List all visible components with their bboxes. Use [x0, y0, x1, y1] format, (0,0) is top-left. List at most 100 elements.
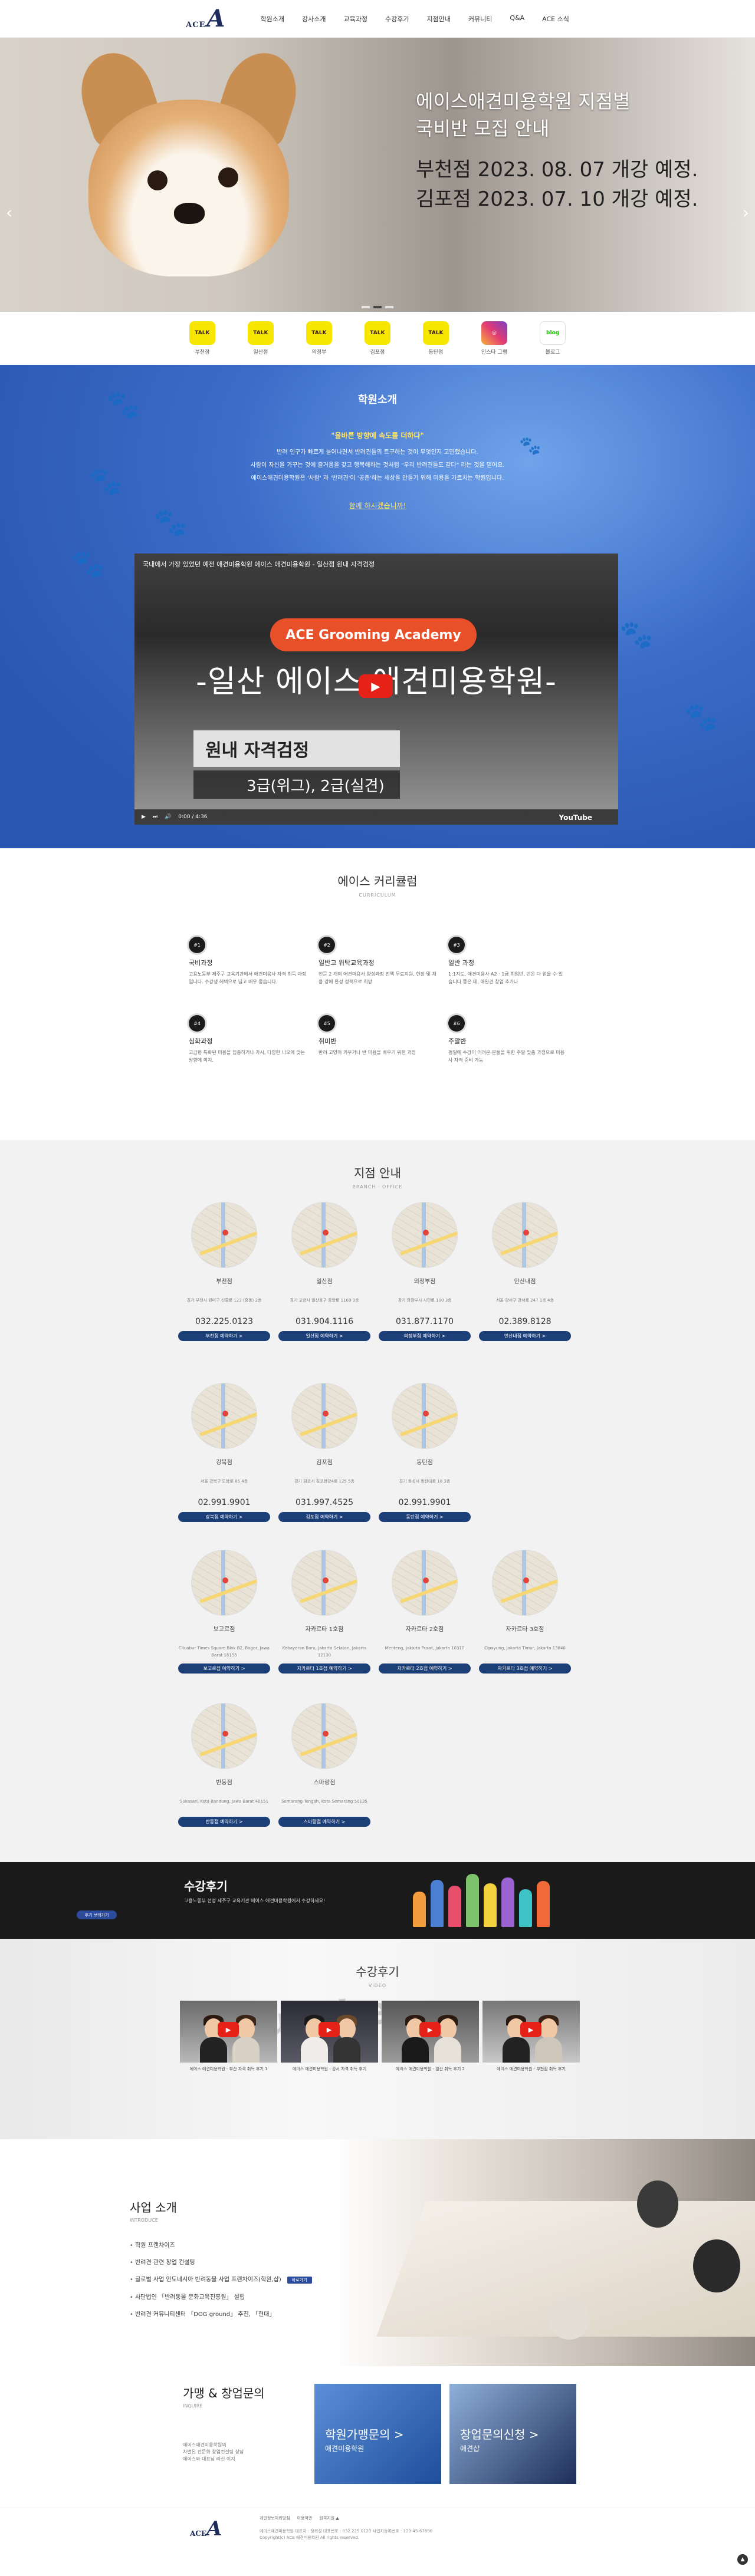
video-time: 0:00 / 4:36	[178, 814, 208, 820]
nav-item-about[interactable]: 학원소개	[261, 14, 284, 24]
branch-reserve-button[interactable]: 반둥점 예약하기 >	[178, 1817, 270, 1827]
branch-reserve-button[interactable]: 자카르타 3호점 예약하기 >	[479, 1663, 571, 1674]
branch-reserve-button[interactable]: 스마랑점 예약하기 >	[278, 1817, 370, 1827]
nav-item-community[interactable]: 커뮤니티	[468, 14, 492, 24]
branch-map[interactable]	[492, 1202, 558, 1268]
franchise-card[interactable]: 학원가맹문의 > 애견미용학원	[314, 2384, 441, 2484]
video-thumb[interactable]: ▶ 에이스 애견미용학원 - 부천점 취득 후기	[482, 2001, 580, 2072]
branch-card: 의정부점 경기 의정부시 시민로 100 3층 031.877.1170 의정부…	[378, 1202, 472, 1341]
slide-dot[interactable]	[362, 306, 370, 308]
kakao-bucheon[interactable]: TALK 부천점	[189, 321, 215, 355]
branch-map[interactable]	[191, 1383, 257, 1449]
kakao-dongtan[interactable]: TALK 동탄점	[422, 321, 449, 355]
branch-reserve-button[interactable]: 보고르점 예약하기 >	[178, 1663, 270, 1674]
branch-map[interactable]	[392, 1383, 458, 1449]
shortcut-button[interactable]: 바로가기	[287, 2277, 312, 2284]
privacy-link[interactable]: 개인정보처리방침	[260, 2515, 290, 2521]
branch-map[interactable]	[291, 1703, 357, 1769]
branch-reserve-button[interactable]: 안산내점 예약하기 >	[479, 1331, 571, 1341]
remote-support-link[interactable]: 원격지원 ▲	[319, 2515, 339, 2521]
terms-link[interactable]: 이용약관	[297, 2515, 313, 2521]
scroll-top-button[interactable]: ▲	[737, 2554, 748, 2565]
branch-card: 자카르타 3호점 Cipayung, Jakarta Timur, Jakart…	[478, 1550, 572, 1674]
site-header: ACE A 학원소개 강사소개 교육과정 수강후기 지점안내 커뮤니티 Q&A …	[0, 0, 755, 38]
curriculum-item[interactable]: #6 주말반 평일에 수강이 어려운 분들을 위한 주말 맞춤 과정으로 미용사 자…	[448, 1015, 578, 1064]
map-pin-icon	[523, 1577, 529, 1583]
branch-card: 김포점 경기 김포시 김포한강4로 125 5층 031.997.4525 김포…	[277, 1383, 372, 1522]
video-caption: 에이스 애견미용학원 - 강서 자격 취득 후기	[292, 2067, 367, 2071]
branch-reserve-button[interactable]: 강북점 예약하기 >	[178, 1512, 270, 1522]
curriculum-item[interactable]: #3 일반 과정 1:1지도, 애견미용사 A2 · 1급 취업반, 반은 다 얻을…	[448, 937, 578, 986]
branch-reserve-button[interactable]: 동탄점 예약하기 >	[379, 1512, 471, 1522]
branch-card: 부천점 경기 부천시 원미구 신흥로 123 (중동) 2층 032.225.0…	[177, 1202, 271, 1341]
map-pin-icon	[222, 1577, 228, 1583]
branch-reserve-button[interactable]: 자카르타 1호점 예약하기 >	[278, 1663, 370, 1674]
video-thumb[interactable]: ▶ 에이스 애견미용학원 - 부산 자격 취득 후기 1	[180, 2001, 277, 2072]
kakao-uijeongbu[interactable]: TALK 의정부	[306, 321, 332, 355]
branch-address: Kebayoran Baru, Jakarta Selatan, Jakarta…	[282, 1646, 367, 1658]
branch-map[interactable]	[492, 1550, 558, 1616]
skip-icon[interactable]: ⏭	[153, 814, 157, 820]
branch-reserve-button[interactable]: 의정부점 예약하기 >	[379, 1331, 471, 1341]
branch-reserve-button[interactable]: 김포점 예약하기 >	[278, 1512, 370, 1522]
play-icon[interactable]: ▶	[419, 2022, 441, 2037]
video-controls: ▶ ⏭ 🔊 0:00 / 4:36	[134, 809, 618, 825]
nav-item-news[interactable]: ACE 소식	[542, 14, 569, 24]
instagram-link[interactable]: ◎ 인스타 그램	[481, 321, 507, 355]
blog-link[interactable]: blog 블로그	[540, 321, 566, 355]
branch-map[interactable]	[392, 1202, 458, 1268]
video-thumb[interactable]: ▶ 에이스 애견미용학원 - 일산 취득 후기 2	[382, 2001, 479, 2072]
main-nav: 학원소개 강사소개 교육과정 수강후기 지점안내 커뮤니티 Q&A ACE 소식	[261, 14, 569, 24]
nav-item-instructors[interactable]: 강사소개	[302, 14, 326, 24]
play-control-icon[interactable]: ▶	[142, 814, 146, 820]
slide-dot-active[interactable]	[373, 306, 382, 308]
branch-map[interactable]	[191, 1550, 257, 1616]
intro-line-1: 반려 인구가 빠르게 늘어나면서 반려견들의 트구하는 것이 무엇인지 고민했습…	[277, 449, 478, 456]
curriculum-item[interactable]: #2 일반고 위탁교육과정 전문 2 개의 애견미용사 양성과정 전액 무료지원, …	[319, 937, 448, 986]
play-icon[interactable]: ▶	[359, 674, 393, 698]
video-thumb[interactable]: ▶ 에이스 애견미용학원 - 강서 자격 취득 후기	[281, 2001, 378, 2072]
play-icon[interactable]: ▶	[520, 2022, 541, 2037]
review-more-button[interactable]: 후기 보러가기	[77, 1910, 117, 1919]
curriculum-item[interactable]: #5 취미반 반려 고양이 키우거나 반 미용을 배우기 위한 과정	[319, 1015, 448, 1064]
sns-label: 김포점	[370, 350, 385, 355]
branch-map[interactable]	[191, 1703, 257, 1769]
branch-map[interactable]	[191, 1202, 257, 1268]
talk-icon: TALK	[364, 321, 390, 345]
youtube-video[interactable]: 국내에서 가장 있었던 예전 애견미용학원 에이스 애견미용학원 - 일산점 원…	[134, 554, 618, 825]
prev-slide-icon[interactable]: ‹	[6, 203, 12, 222]
branch-address: 경기 김포시 김포한강4로 125 5층	[294, 1479, 354, 1484]
branch-map[interactable]	[392, 1550, 458, 1616]
branch-reserve-button[interactable]: 일산점 예약하기 >	[278, 1331, 370, 1341]
slide-dot[interactable]	[385, 306, 393, 308]
nav-item-branches[interactable]: 지점안내	[426, 14, 450, 24]
branch-map[interactable]	[291, 1383, 357, 1449]
branch-map[interactable]	[291, 1202, 357, 1268]
branch-reserve-button[interactable]: 자카르타 2호점 예약하기 >	[379, 1663, 471, 1674]
video-caption: 에이스 애견미용학원 - 일산 취득 후기 2	[396, 2067, 465, 2071]
footer-info: 에이스애견미용학원 대표자 : 정희성 대표번호 : 032.225.0123 …	[260, 2528, 432, 2541]
startup-card[interactable]: 창업문의신청 > 애견샵	[449, 2384, 576, 2484]
kakao-gimpo[interactable]: TALK 김포점	[364, 321, 390, 355]
nav-item-reviews[interactable]: 수강후기	[385, 14, 409, 24]
curriculum-item[interactable]: #1 국비과정 고용노동부 제주구 교육기관에서 애견미용사 자격 취득 과정입니다…	[189, 937, 319, 986]
curriculum-item[interactable]: #4 심화과정 고급형 특화된 미용을 집중하거나 가시, 다양한 나오에 맞는 방…	[189, 1015, 319, 1064]
join-link[interactable]: 함께 하시겠습니까!	[349, 500, 406, 510]
nav-item-qna[interactable]: Q&A	[510, 14, 524, 24]
footer-logo[interactable]: ACE A	[190, 2519, 222, 2539]
youtube-logo[interactable]: YouTube	[559, 813, 592, 822]
branch-reserve-button[interactable]: 부천점 예약하기 >	[178, 1331, 270, 1341]
branch-name: 동탄점	[416, 1460, 433, 1466]
branch-map[interactable]	[291, 1550, 357, 1616]
kakao-ilsan[interactable]: TALK 일산점	[247, 321, 274, 355]
next-slide-icon[interactable]: ›	[743, 203, 749, 222]
branch-phone: 032.225.0123	[195, 1317, 253, 1326]
play-icon[interactable]: ▶	[218, 2022, 239, 2037]
play-icon[interactable]: ▶	[319, 2022, 340, 2037]
logo[interactable]: ACE A	[186, 6, 225, 30]
nav-item-curriculum[interactable]: 교육과정	[343, 14, 367, 24]
branch-address: Semarang Tengah, Kota Semarang 50135	[281, 1799, 367, 1804]
volume-icon[interactable]: 🔊	[165, 814, 171, 820]
paw-icon: 🐾	[519, 436, 541, 456]
branch-card: 안산내점 서울 강서구 강서로 247 1층 4층 02.389.8128 안산…	[478, 1202, 572, 1341]
